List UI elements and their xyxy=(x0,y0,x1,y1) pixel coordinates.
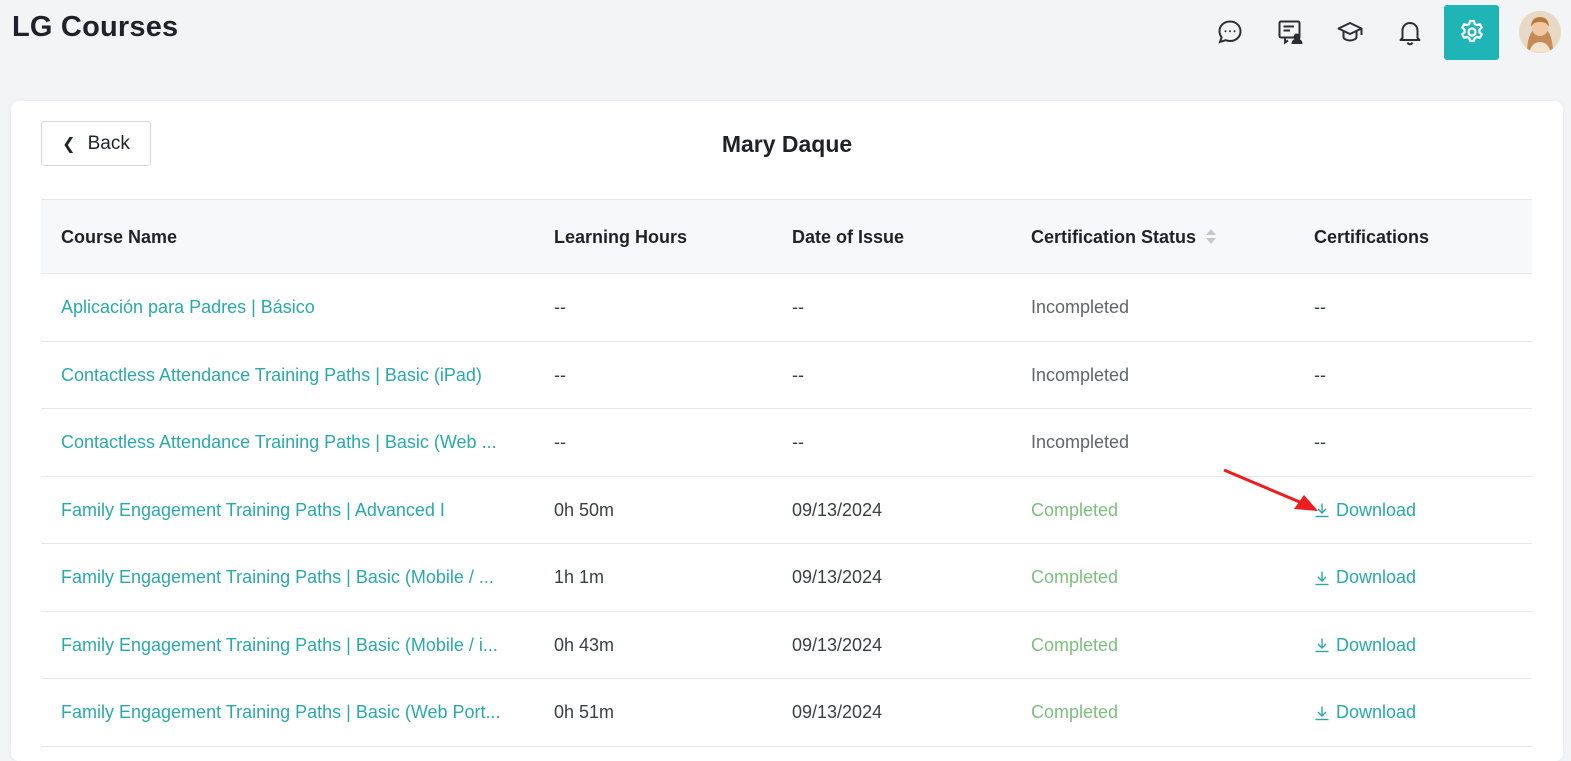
learning-hours-cell: -- xyxy=(554,432,566,452)
download-label: Download xyxy=(1336,499,1417,520)
course-name-cell: Aplicación para Padres | Básico xyxy=(61,274,531,341)
column-header-label: Certification Status xyxy=(1031,226,1197,247)
graduation-cap-icon[interactable] xyxy=(1330,12,1370,52)
certification-status-cell: Completed xyxy=(1031,499,1119,520)
page-title: Mary Daque xyxy=(721,131,853,157)
top-bar: LG Courses xyxy=(0,0,1571,62)
top-icons xyxy=(1210,4,1571,60)
table-row: Family Engagement Training Paths | Advan… xyxy=(41,477,1532,544)
table-row: Family Engagement Training Paths | Basic… xyxy=(41,544,1532,612)
course-name-cell: Family Engagement Training Paths | Advan… xyxy=(61,477,531,544)
course-name-link[interactable]: Family Engagement Training Paths | Basic… xyxy=(61,635,498,656)
learning-hours-cell: 1h 1m xyxy=(554,567,605,587)
course-name-link[interactable]: Contactless Attendance Training Paths | … xyxy=(61,432,497,453)
table-header: Course Name Learning Hours Date of Issue… xyxy=(41,199,1532,274)
table-row: Family Engagement Training Paths | Basic… xyxy=(41,679,1532,747)
certifications-table: Course Name Learning Hours Date of Issue… xyxy=(41,199,1532,747)
learning-hours-cell: -- xyxy=(554,297,566,317)
certification-status-cell: Incompleted xyxy=(1031,297,1130,317)
date-of-issue-cell: 09/13/2024 xyxy=(792,702,883,722)
course-name-link[interactable]: Family Engagement Training Paths | Advan… xyxy=(61,500,445,521)
date-of-issue-cell: 09/13/2024 xyxy=(792,567,883,587)
download-link[interactable]: Download xyxy=(1314,567,1416,588)
certifications-cell: -- xyxy=(1314,274,1326,341)
download-icon xyxy=(1314,502,1336,518)
download-icon xyxy=(1314,570,1336,586)
column-header-certification-status[interactable]: Certification Status xyxy=(1031,200,1217,274)
table-row: Family Engagement Training Paths | Basic… xyxy=(41,612,1532,679)
course-name-link[interactable]: Contactless Attendance Training Paths | … xyxy=(61,365,482,386)
column-header-course-name: Course Name xyxy=(61,226,178,247)
course-name-cell: Family Engagement Training Paths | Basic… xyxy=(61,679,531,746)
column-header-learning-hours: Learning Hours xyxy=(554,226,688,247)
download-link[interactable]: Download xyxy=(1314,500,1416,521)
learning-hours-cell: 0h 43m xyxy=(554,634,615,655)
certification-status-cell: Completed xyxy=(1031,634,1119,655)
certification-empty: -- xyxy=(1314,432,1326,452)
download-icon xyxy=(1314,637,1336,653)
download-label: Download xyxy=(1336,634,1417,655)
course-name-cell: Family Engagement Training Paths | Basic… xyxy=(61,612,531,679)
download-link[interactable]: Download xyxy=(1314,635,1416,656)
certifications-cell: Download xyxy=(1314,477,1416,544)
certifications-cell: -- xyxy=(1314,342,1326,409)
teacher-board-icon[interactable] xyxy=(1270,12,1310,52)
download-label: Download xyxy=(1336,567,1417,587)
certification-status-cell: Completed xyxy=(1031,702,1119,722)
date-of-issue-cell: -- xyxy=(792,432,804,452)
certifications-cell: Download xyxy=(1314,612,1416,679)
certification-status-cell: Completed xyxy=(1031,567,1119,587)
column-header-date-of-issue: Date of Issue xyxy=(792,226,905,247)
course-name-link[interactable]: Aplicación para Padres | Básico xyxy=(61,297,315,318)
chat-icon[interactable] xyxy=(1210,12,1250,52)
app-title: LG Courses xyxy=(12,11,179,43)
date-of-issue-cell: 09/13/2024 xyxy=(792,634,883,655)
learning-hours-cell: 0h 50m xyxy=(554,499,615,520)
avatar[interactable] xyxy=(1519,11,1561,53)
download-label: Download xyxy=(1336,702,1417,722)
settings-button[interactable] xyxy=(1444,4,1499,60)
certifications-card: ❮ Back Mary Daque Course Name Learning H… xyxy=(11,101,1563,761)
date-of-issue-cell: 09/13/2024 xyxy=(792,499,883,520)
table-row: Contactless Attendance Training Paths | … xyxy=(41,409,1532,477)
course-name-link[interactable]: Family Engagement Training Paths | Basic… xyxy=(61,702,501,723)
certifications-cell: -- xyxy=(1314,409,1326,476)
learning-hours-cell: -- xyxy=(554,364,566,385)
learning-hours-cell: 0h 51m xyxy=(554,702,615,722)
date-of-issue-cell: -- xyxy=(792,297,804,317)
gear-icon xyxy=(1460,19,1483,43)
certification-empty: -- xyxy=(1314,364,1326,385)
column-header-certifications: Certifications xyxy=(1314,226,1430,247)
course-name-link[interactable]: Family Engagement Training Paths | Basic… xyxy=(61,567,494,588)
table-row: Aplicación para Padres | Básico -- -- In… xyxy=(41,274,1532,342)
bell-icon[interactable] xyxy=(1390,12,1430,52)
course-name-cell: Family Engagement Training Paths | Basic… xyxy=(61,544,531,611)
course-name-cell: Contactless Attendance Training Paths | … xyxy=(61,342,531,409)
download-icon xyxy=(1314,705,1336,721)
certifications-cell: Download xyxy=(1314,679,1416,746)
certifications-cell: Download xyxy=(1314,544,1416,611)
sort-icon[interactable] xyxy=(1206,229,1217,245)
table-row: Contactless Attendance Training Paths | … xyxy=(41,342,1532,409)
certification-status-cell: Incompleted xyxy=(1031,364,1130,385)
date-of-issue-cell: -- xyxy=(792,364,804,385)
certification-status-cell: Incompleted xyxy=(1031,432,1130,452)
course-name-cell: Contactless Attendance Training Paths | … xyxy=(61,409,531,476)
download-link[interactable]: Download xyxy=(1314,702,1416,723)
certification-empty: -- xyxy=(1314,297,1326,317)
